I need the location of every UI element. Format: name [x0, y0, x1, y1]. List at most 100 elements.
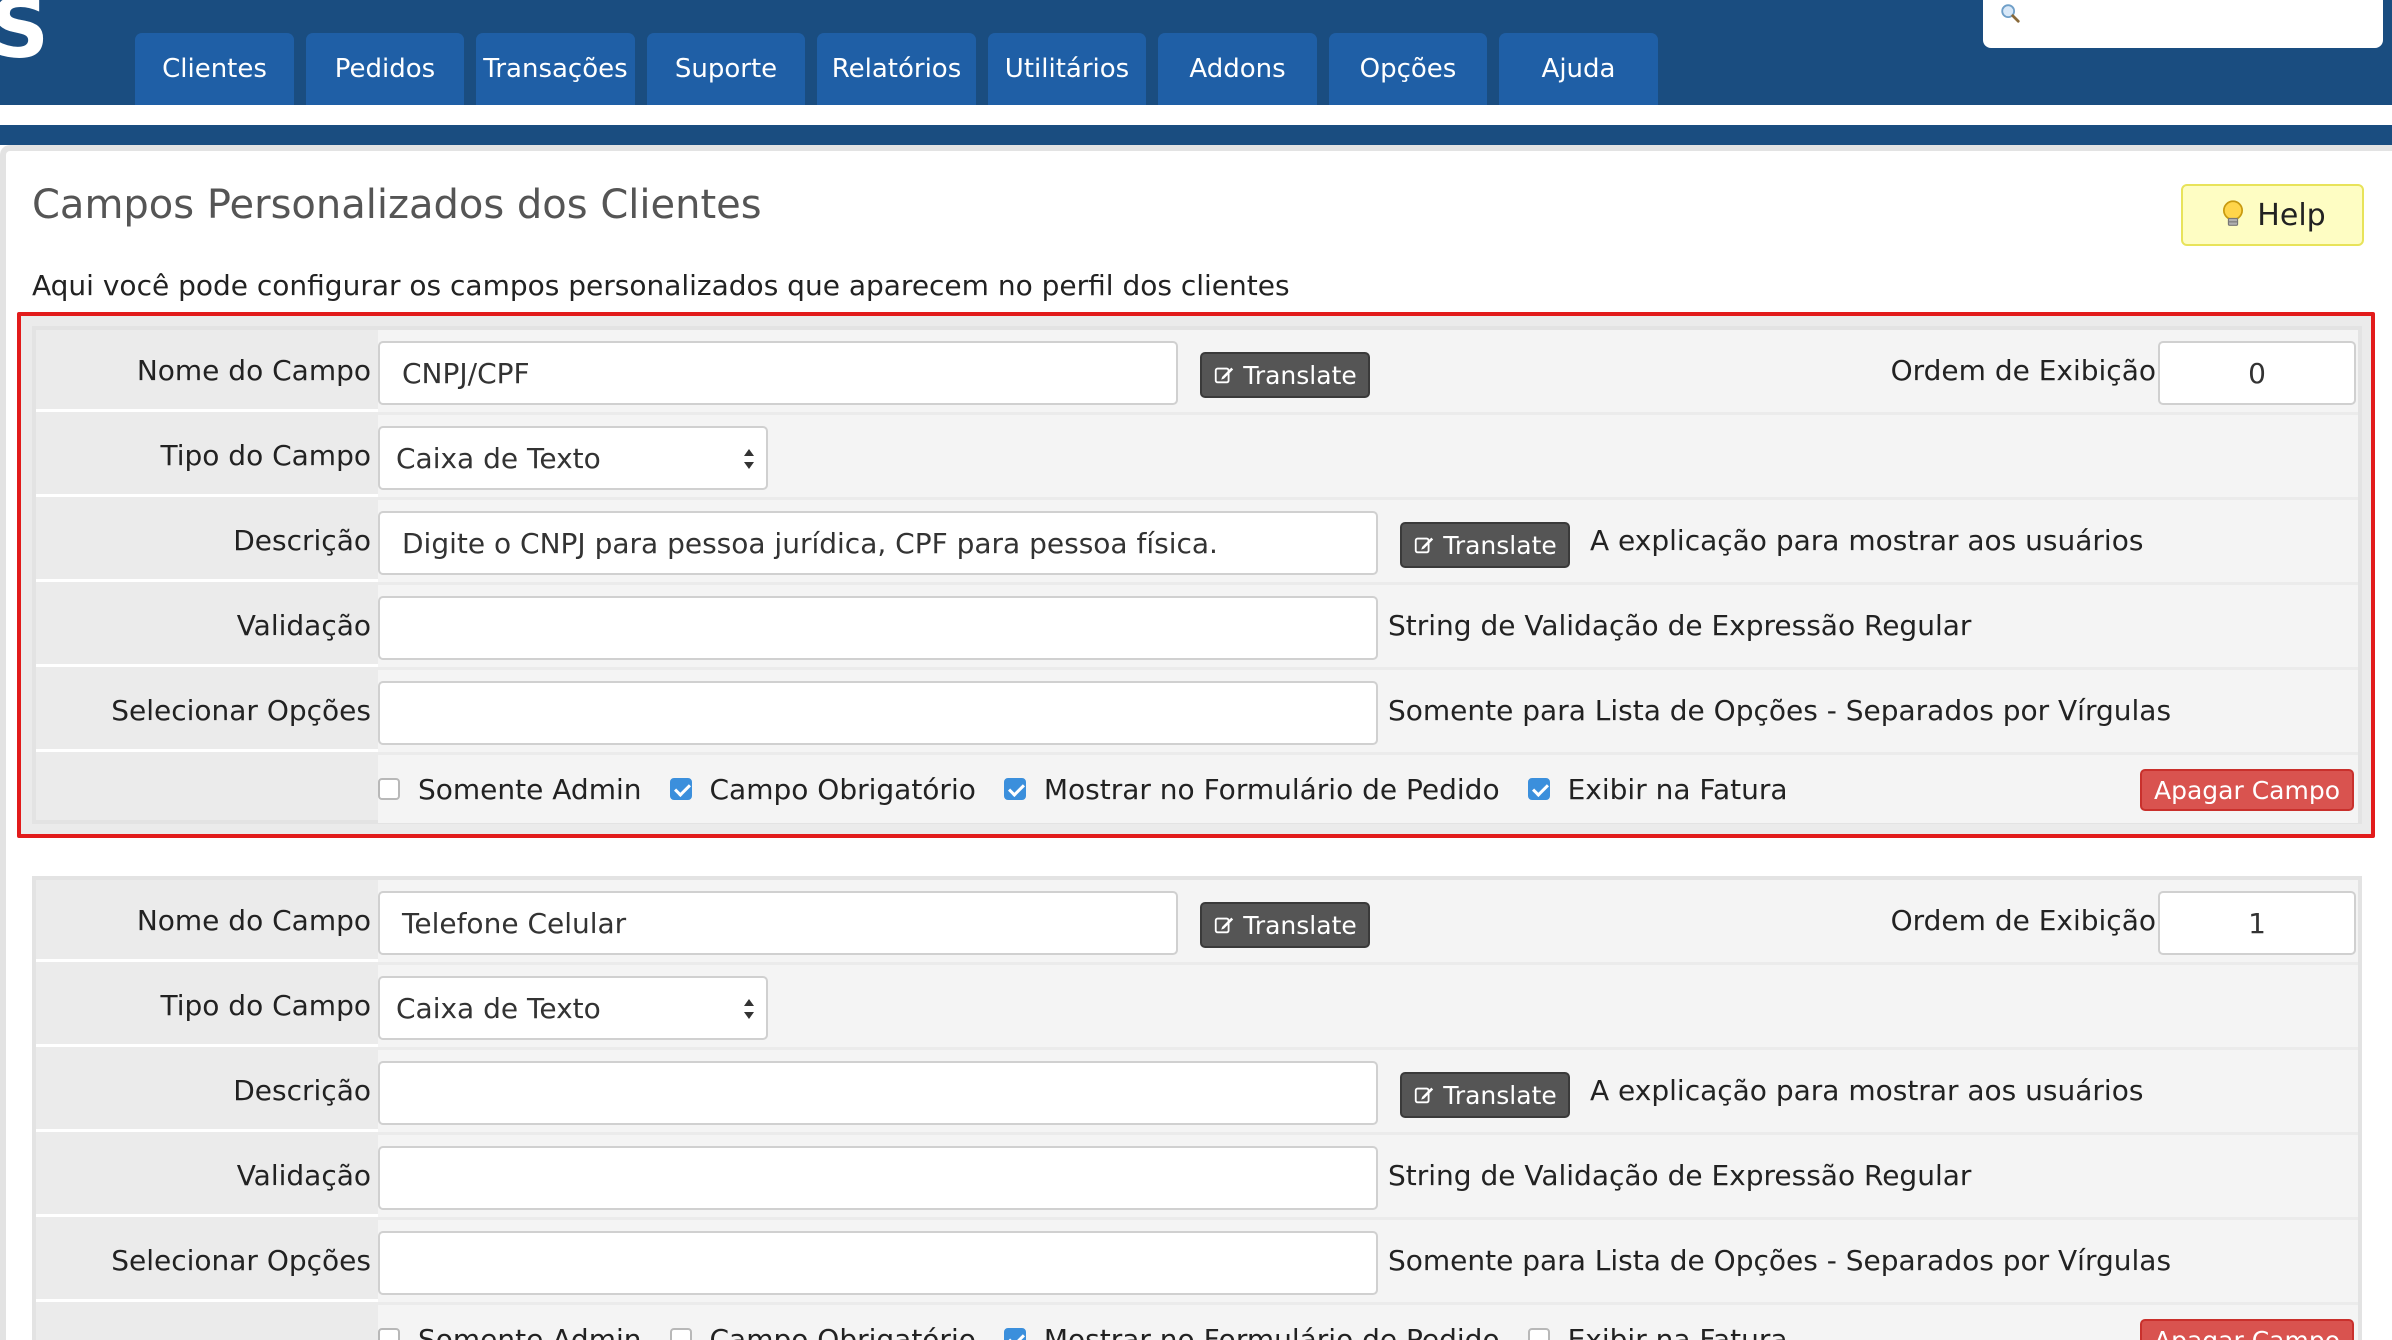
translate-label: Translate — [1243, 910, 1357, 940]
validation-input[interactable] — [378, 596, 1378, 660]
nav-item-utilitarios[interactable]: Utilitários — [988, 33, 1146, 105]
description-input[interactable]: Digite o CNPJ para pessoa jurídica, CPF … — [378, 511, 1378, 575]
admin-only-checkbox[interactable] — [378, 1328, 400, 1340]
show-on-invoice-checkbox[interactable] — [1527, 778, 1550, 800]
select-options-input[interactable] — [378, 681, 1378, 745]
nav-item-clientes[interactable]: Clientes — [135, 33, 294, 105]
nav-item-opcoes[interactable]: Opções — [1329, 33, 1487, 105]
validation-hint: String de Validação de Expressão Regular — [1388, 1159, 1972, 1192]
field-flags: Somente Admin Campo Obrigatório Mostrar … — [378, 1305, 1816, 1340]
delete-field-button[interactable]: Apagar Campo — [2140, 1319, 2354, 1340]
row-field-name: Nome do Campo CNPJ/CPF Translate Ordem d… — [36, 330, 2358, 412]
row-field-type-body: Caixa de Texto — [378, 415, 2358, 497]
row-flags: Somente Admin Campo Obrigatório Mostrar … — [36, 755, 2358, 823]
description-label: Descrição — [233, 1074, 371, 1107]
show-on-order-option[interactable]: Mostrar no Formulário de Pedido — [1003, 1322, 1500, 1340]
edit-icon — [1215, 917, 1234, 934]
row-description-body: Digite o CNPJ para pessoa jurídica, CPF … — [378, 500, 2358, 582]
search-input[interactable] — [1983, 0, 2383, 48]
row-flags-body: Somente Admin Campo Obrigatório Mostrar … — [378, 1305, 2358, 1340]
main-nav: Clientes Pedidos Transações Suporte Rela… — [135, 33, 1670, 105]
display-order-label: Ordem de Exibição — [1890, 904, 2156, 937]
field-name-input[interactable]: CNPJ/CPF — [378, 341, 1178, 405]
nav-item-addons[interactable]: Addons — [1158, 33, 1317, 105]
header-bottom-strip — [0, 125, 2392, 145]
display-order-input[interactable]: 0 — [2158, 341, 2356, 405]
nav-item-suporte[interactable]: Suporte — [647, 33, 805, 105]
nav-item-pedidos[interactable]: Pedidos — [306, 33, 464, 105]
nav-item-ajuda[interactable]: Ajuda — [1499, 33, 1658, 105]
validation-label: Validação — [236, 1159, 371, 1192]
required-checkbox[interactable] — [669, 778, 692, 800]
field-type-select[interactable]: Caixa de Texto — [378, 976, 768, 1040]
display-order-input[interactable]: 1 — [2158, 891, 2356, 955]
translate-label: Translate — [1243, 360, 1357, 390]
translate-description-button[interactable]: Translate — [1400, 522, 1570, 568]
delete-field-button[interactable]: Apagar Campo — [2140, 769, 2354, 811]
row-select-options: Selecionar Opções Somente para Lista de … — [36, 1220, 2358, 1302]
row-validation: Validação String de Validação de Express… — [36, 585, 2358, 667]
row-select-options-body: Somente para Lista de Opções - Separados… — [378, 1220, 2358, 1302]
row-flags-body: Somente Admin Campo Obrigatório Mostrar … — [378, 755, 2358, 823]
page-title: Campos Personalizados dos Clientes — [32, 182, 762, 228]
show-on-invoice-option[interactable]: Exibir na Fatura — [1527, 773, 1788, 806]
nav-item-relatorios[interactable]: Relatórios — [817, 33, 976, 105]
show-on-invoice-option[interactable]: Exibir na Fatura — [1527, 1323, 1788, 1340]
description-hint: A explicação para mostrar aos usuários — [1590, 1074, 2144, 1107]
select-options-label: Selecionar Opções — [111, 1244, 371, 1277]
select-options-input[interactable] — [378, 1231, 1378, 1295]
field-type-select[interactable]: Caixa de Texto — [378, 426, 768, 490]
admin-only-label: Somente Admin — [418, 1322, 642, 1340]
admin-only-option[interactable]: Somente Admin — [378, 773, 642, 806]
field-type-value: Caixa de Texto — [396, 991, 601, 1025]
show-on-order-option[interactable]: Mostrar no Formulário de Pedido — [1003, 773, 1500, 806]
show-on-order-label: Mostrar no Formulário de Pedido — [1043, 1322, 1500, 1340]
admin-only-option[interactable]: Somente Admin — [378, 1323, 642, 1340]
validation-hint: String de Validação de Expressão Regular — [1388, 609, 1972, 642]
row-select-options-body: Somente para Lista de Opções - Separados… — [378, 670, 2358, 752]
validation-label: Validação — [236, 609, 371, 642]
edit-icon — [1215, 367, 1234, 384]
description-input[interactable] — [378, 1061, 1378, 1125]
field-name-label: Nome do Campo — [136, 904, 371, 937]
admin-only-checkbox[interactable] — [378, 778, 400, 800]
custom-field-card: Nome do Campo CNPJ/CPF Translate Ordem d… — [32, 326, 2362, 824]
field-name-input[interactable]: Telefone Celular — [378, 891, 1178, 955]
field-flags: Somente Admin Campo Obrigatório Mostrar … — [378, 755, 1816, 823]
row-validation: Validação String de Validação de Express… — [36, 1135, 2358, 1217]
display-order-label: Ordem de Exibição — [1890, 354, 2156, 387]
show-on-invoice-checkbox[interactable] — [1527, 1328, 1550, 1340]
custom-field-card: Nome do Campo Telefone Celular Translate… — [32, 876, 2362, 1340]
select-options-hint: Somente para Lista de Opções - Separados… — [1388, 1244, 2172, 1277]
field-type-label: Tipo do Campo — [160, 989, 371, 1022]
translate-field-name-button[interactable]: Translate — [1200, 902, 1370, 948]
search-icon — [2001, 4, 2020, 23]
required-option[interactable]: Campo Obrigatório — [669, 773, 976, 806]
select-options-hint: Somente para Lista de Opções - Separados… — [1388, 694, 2172, 727]
edit-icon — [1415, 537, 1434, 554]
show-on-order-checkbox[interactable] — [1003, 1328, 1026, 1340]
row-field-type: Tipo do Campo Caixa de Texto — [36, 415, 2358, 497]
help-button[interactable]: Help — [2181, 184, 2364, 246]
field-type-label: Tipo do Campo — [160, 439, 371, 472]
description-label: Descrição — [233, 524, 371, 557]
translate-label: Translate — [1443, 530, 1557, 560]
brand-logo[interactable]: S — [0, 0, 49, 77]
nav-item-transacoes[interactable]: Transações — [476, 33, 635, 105]
required-option[interactable]: Campo Obrigatório — [669, 1322, 976, 1340]
admin-only-label: Somente Admin — [418, 772, 642, 806]
row-field-type-body: Caixa de Texto — [378, 965, 2358, 1047]
translate-description-button[interactable]: Translate — [1400, 1072, 1570, 1118]
top-header: S Clientes Pedidos Transações Suporte Re… — [0, 0, 2392, 105]
validation-input[interactable] — [378, 1146, 1378, 1210]
row-flags: Somente Admin Campo Obrigatório Mostrar … — [36, 1305, 2358, 1340]
select-options-label: Selecionar Opções — [111, 694, 371, 727]
select-arrows-icon — [744, 449, 754, 469]
help-label: Help — [2257, 197, 2326, 233]
show-on-order-checkbox[interactable] — [1003, 778, 1026, 800]
lightbulb-icon — [2223, 200, 2244, 226]
required-label: Campo Obrigatório — [709, 1322, 976, 1340]
translate-field-name-button[interactable]: Translate — [1200, 352, 1370, 398]
required-checkbox[interactable] — [669, 1328, 692, 1340]
row-field-name: Nome do Campo Telefone Celular Translate… — [36, 880, 2358, 962]
